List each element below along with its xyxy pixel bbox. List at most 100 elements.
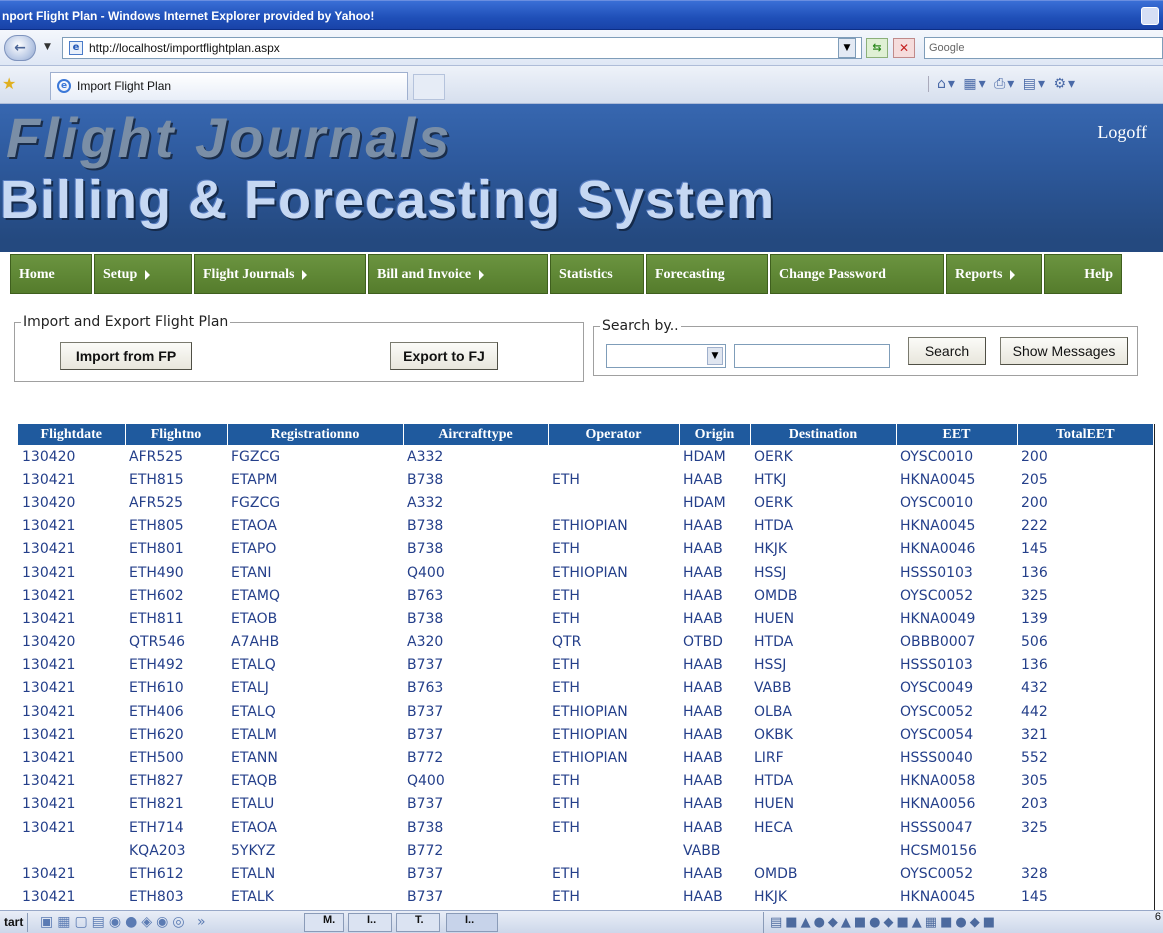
- show-messages-button[interactable]: Show Messages: [1000, 337, 1128, 365]
- cell-eet: HKNA0058: [900, 773, 976, 790]
- cell-origin: HAAB: [683, 726, 723, 743]
- table-row[interactable]: 130420 AFR525 FGZCG A332 HDAM OERK OYSC0010 200: [18, 491, 1153, 514]
- cell-totaleet: 200: [1021, 494, 1048, 511]
- column-header-totaleet[interactable]: TotalEET: [1016, 424, 1153, 445]
- menu-item-bill-and-invoice[interactable]: Bill and Invoice: [368, 254, 548, 294]
- favorites-star-icon[interactable]: ★: [2, 75, 16, 93]
- table-row[interactable]: 130421 ETH500 ETANN B772 ETHIOPIAN HAAB LIRF HS…: [18, 746, 1153, 769]
- new-tab-button[interactable]: [413, 74, 445, 100]
- table-row[interactable]: 130421 ETH406 ETALQ B737 ETHIOPIAN HAAB OLBA OY…: [18, 700, 1153, 723]
- column-header-registrationno[interactable]: Registrationno: [226, 424, 403, 445]
- cell-flightdate: 130421: [22, 726, 76, 743]
- taskbar-button-4[interactable]: I..: [446, 913, 498, 932]
- history-dropdown-icon[interactable]: ▼: [44, 42, 51, 52]
- table-row[interactable]: 130421 ETH610 ETALJ B763 ETH HAAB VABB OYSC0049…: [18, 677, 1153, 700]
- start-button[interactable]: tart: [0, 913, 29, 932]
- table-row[interactable]: 130420 AFR525 FGZCG A332 HDAM OERK OYSC0010 200: [18, 445, 1153, 468]
- cell-flightdate: 130420: [22, 494, 76, 511]
- search-box[interactable]: Google: [924, 37, 1163, 59]
- cell-aircrafttype: B737: [407, 889, 444, 906]
- menu-item-setup[interactable]: Setup: [94, 254, 192, 294]
- cell-flightno: ETH500: [129, 750, 184, 767]
- cell-origin: HAAB: [683, 703, 723, 720]
- command-bar-icons[interactable]: ⌂▾ ▦▾ ⎙▾ ▤▾ ⚙▾: [928, 76, 1077, 92]
- import-from-fp-button[interactable]: Import from FP: [60, 342, 192, 370]
- logoff-link[interactable]: Logoff: [1097, 122, 1147, 143]
- menu-item-reports[interactable]: Reports: [946, 254, 1042, 294]
- menu-item-change-password[interactable]: Change Password: [770, 254, 944, 294]
- tab-import-flight-plan[interactable]: e Import Flight Plan: [50, 72, 408, 100]
- column-header-flightno[interactable]: Flightno: [124, 424, 227, 445]
- taskbar-button-1[interactable]: M.: [304, 913, 344, 932]
- cell-aircrafttype: Q400: [407, 564, 445, 581]
- menu-item-forecasting[interactable]: Forecasting: [646, 254, 768, 294]
- cell-origin: HAAB: [683, 471, 723, 488]
- table-row[interactable]: 130421 ETH492 ETALQ B737 ETH HAAB HSSJ HSSS0103…: [18, 654, 1153, 677]
- table-row[interactable]: 130421 ETH811 ETAOB B738 ETH HAAB HUEN HKNA0049…: [18, 607, 1153, 630]
- cell-registrationno: ETALN: [231, 865, 276, 882]
- menu-item-statistics[interactable]: Statistics: [550, 254, 644, 294]
- url-field[interactable]: e http://localhost/importflightplan.aspx: [62, 37, 862, 59]
- column-header-aircrafttype[interactable]: Aircrafttype: [402, 424, 548, 445]
- cell-eet: HKNA0049: [900, 610, 976, 627]
- clock: 6: [1154, 911, 1161, 923]
- quick-launch-icons[interactable]: ▣▦▢▤◉●◈◉◎ »: [40, 914, 210, 930]
- table-row[interactable]: 130421 ETH805 ETAOA B738 ETHIOPIAN HAAB HTDA HK…: [18, 515, 1153, 538]
- search-text-input[interactable]: [734, 344, 890, 368]
- table-row[interactable]: 130421 ETH801 ETAPO B738 ETH HAAB HKJK HKNA0046…: [18, 538, 1153, 561]
- cell-aircrafttype: B737: [407, 657, 444, 674]
- cell-aircrafttype: B738: [407, 471, 444, 488]
- refresh-icon[interactable]: ⇆: [866, 38, 888, 58]
- grid-right-border: [1154, 424, 1155, 914]
- table-row[interactable]: 130421 ETH821 ETALU B737 ETH HAAB HUEN HKNA0056…: [18, 793, 1153, 816]
- stop-icon[interactable]: ✕: [893, 38, 915, 58]
- cell-flightno: ETH602: [129, 587, 184, 604]
- table-row[interactable]: 130421 ETH612 ETALN B737 ETH HAAB OMDB OYSC0052…: [18, 862, 1153, 885]
- cell-registrationno: ETALQ: [231, 657, 276, 674]
- column-header-flightdate[interactable]: Flightdate: [18, 424, 125, 445]
- cell-destination: HUEN: [754, 796, 795, 813]
- cell-origin: HAAB: [683, 750, 723, 767]
- cell-totaleet: 200: [1021, 448, 1048, 465]
- cell-aircrafttype: B737: [407, 726, 444, 743]
- cell-destination: LIRF: [754, 750, 784, 767]
- cell-origin: HAAB: [683, 564, 723, 581]
- cell-registrationno: ETAMQ: [231, 587, 280, 604]
- column-header-operator[interactable]: Operator: [547, 424, 679, 445]
- export-to-fj-button[interactable]: Export to FJ: [390, 342, 498, 370]
- column-header-origin[interactable]: Origin: [678, 424, 750, 445]
- table-row[interactable]: 130421 ETH714 ETAOA B738 ETH HAAB HECA HSSS0047…: [18, 816, 1153, 839]
- cell-totaleet: 328: [1021, 865, 1048, 882]
- url-dropdown-icon[interactable]: ▼: [838, 38, 856, 58]
- table-row[interactable]: 130421 ETH620 ETALM B737 ETHIOPIAN HAAB OKBK OY…: [18, 723, 1153, 746]
- banner-title-line2: Billing & Forecasting System: [0, 170, 776, 230]
- menu-item-home[interactable]: Home: [10, 254, 92, 294]
- table-row[interactable]: 130421 ETH602 ETAMQ B763 ETH HAAB OMDB OYSC0052…: [18, 584, 1153, 607]
- tab-label: Import Flight Plan: [77, 79, 172, 93]
- menu-item-help[interactable]: Help: [1044, 254, 1122, 294]
- cell-aircrafttype: A332: [407, 448, 444, 465]
- table-row[interactable]: 130421 ETH827 ETAQB Q400 ETH HAAB HTDA HKNA0058…: [18, 770, 1153, 793]
- cell-origin: HAAB: [683, 587, 723, 604]
- taskbar-button-3[interactable]: T.: [396, 913, 440, 932]
- cell-totaleet: 145: [1021, 541, 1048, 558]
- cell-destination: OKBK: [754, 726, 793, 743]
- back-icon[interactable]: ←: [4, 35, 36, 61]
- system-tray-icons[interactable]: ▤■▲●◆▲■●◆■▲▦■●◆■: [763, 912, 1163, 933]
- table-row[interactable]: KQA203 5YKYZ B772 VABB HCSM0156: [18, 839, 1153, 862]
- column-header-destination[interactable]: Destination: [749, 424, 896, 445]
- cell-origin: HAAB: [683, 518, 723, 535]
- menu-item-flight-journals[interactable]: Flight Journals: [194, 254, 366, 294]
- cell-origin: HAAB: [683, 680, 723, 697]
- taskbar-button-2[interactable]: I..: [348, 913, 392, 932]
- cell-flightno: ETH490: [129, 564, 184, 581]
- table-row[interactable]: 130421 ETH490 ETANI Q400 ETHIOPIAN HAAB HSSJ HS…: [18, 561, 1153, 584]
- maximize-button[interactable]: [1141, 7, 1159, 25]
- column-header-eet[interactable]: EET: [895, 424, 1017, 445]
- search-button[interactable]: Search: [908, 337, 986, 365]
- table-row[interactable]: 130421 ETH815 ETAPM B738 ETH HAAB HTKJ HKNA0045…: [18, 468, 1153, 491]
- table-row[interactable]: 130420 QTR546 A7AHB A320 QTR OTBD HTDA OBBB0007…: [18, 631, 1153, 654]
- table-row[interactable]: 130421 ETH803 ETALK B737 ETH HAAB HKJK HKNA0045…: [18, 886, 1153, 909]
- search-field-select[interactable]: ▼: [606, 344, 726, 368]
- cell-flightno: ETH821: [129, 796, 184, 813]
